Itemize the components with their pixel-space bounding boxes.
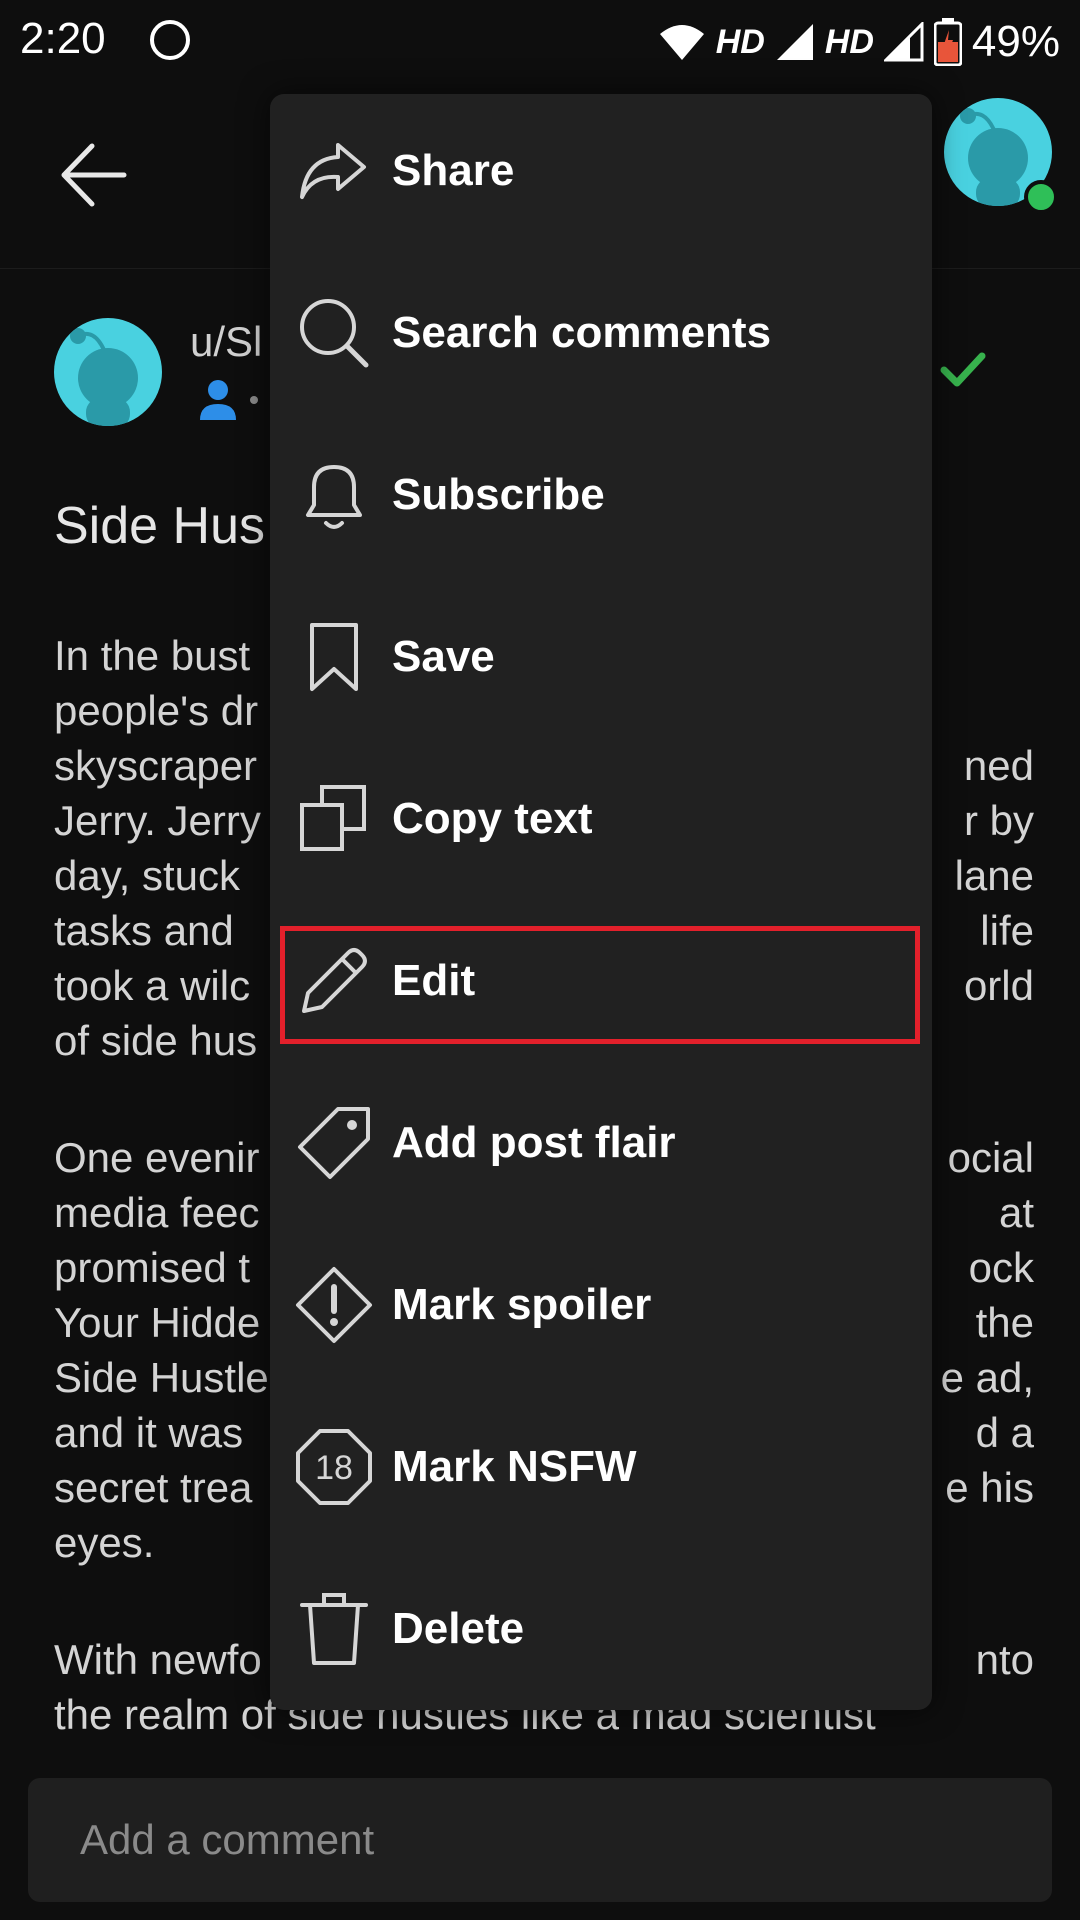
add-comment-input[interactable] [28,1778,1052,1902]
post-text-right: the [975,1299,1034,1346]
post-text-right: ned [963,742,1034,789]
trash-icon [300,1593,368,1665]
post-username[interactable]: u/Sl [190,318,262,366]
post-text-left: tasks and [54,907,234,954]
comment-bar [0,1760,1080,1920]
menu-label: Mark NSFW [392,1442,637,1491]
search-icon [300,299,369,368]
menu-item-delete[interactable]: Delete [270,1554,932,1704]
status-time: 2:20 [20,14,106,63]
post-title: Side Hus [54,497,265,555]
post-text-left: Jerry. Jerry [54,797,261,844]
post-text-right: r by [963,797,1034,844]
post-text-left: Your Hidde [54,1299,261,1346]
post-overflow-menu: Share Search comments Subscribe Save Cop… [270,94,932,1710]
share-icon [300,143,366,199]
online-status-dot [1024,180,1058,214]
post-text-left: people's dr [54,687,259,734]
svg-text:18: 18 [315,1449,353,1487]
post-text-right: orld [963,962,1034,1009]
post-text-left: day, stuck [54,852,240,899]
post-meta [198,378,260,422]
tag-icon [298,1107,370,1179]
post-text-right: e his [945,1464,1034,1511]
separator-dot-icon [250,396,258,404]
menu-label: Search comments [392,308,772,357]
post-text-right: d a [975,1409,1034,1456]
post-text-left: of side hus [54,1017,258,1064]
battery-percent: 49% [971,17,1060,66]
post-text-left: eyes. [54,1519,155,1566]
menu-item-share[interactable]: Share [270,96,932,246]
post-text-right: e ad, [940,1354,1034,1401]
status-icons: HD HD 49% [658,14,1060,70]
menu-item-save[interactable]: Save [270,582,932,732]
menu-label: Edit [392,956,476,1005]
menu-label: Add post flair [392,1118,676,1167]
snoo-avatar-icon [70,328,138,426]
post-text-left: Side Hustle [54,1354,269,1401]
signal-icon [776,24,813,60]
spoiler-icon [296,1267,372,1343]
back-arrow-icon[interactable] [58,140,128,210]
post-text-right: at [998,1189,1034,1236]
post-text-right: nto [975,1636,1034,1683]
notification-circle-icon [150,20,190,60]
wifi-icon [659,25,704,60]
menu-label: Share [392,146,515,195]
post-text-right: lane [954,852,1034,899]
menu-item-subscribe[interactable]: Subscribe [270,420,932,570]
menu-label: Save [392,632,495,681]
menu-item-mark-nsfw[interactable]: 18 Mark NSFW [270,1392,932,1542]
user-icon [200,380,236,420]
menu-label: Mark spoiler [392,1280,652,1329]
post-text-left: skyscraper [54,742,258,789]
post-author-avatar[interactable] [54,318,162,426]
post-text-left: One evenir [54,1134,260,1181]
post-text-left: In the bust [54,632,251,679]
menu-label: Copy text [392,794,593,843]
hd-label-1: HD [715,22,765,61]
bell-icon [306,465,362,529]
approved-check-icon [940,352,986,387]
menu-label: Subscribe [392,470,605,519]
menu-item-search-comments[interactable]: Search comments [270,258,932,408]
post-text-right: life [980,907,1034,954]
menu-item-add-post-flair[interactable]: Add post flair [270,1068,932,1218]
battery-icon [933,18,962,66]
post-text-left: secret trea [54,1464,253,1511]
post-text-right: ocial [947,1134,1034,1181]
menu-label: Delete [392,1604,525,1653]
post-text-left: and it was [54,1409,244,1456]
post-text-left: With newfo [54,1636,262,1683]
copy-icon [300,785,366,851]
nsfw-18-icon: 18 [296,1429,372,1505]
menu-item-edit[interactable]: Edit [270,906,932,1056]
post-text-left: promised t [54,1244,251,1291]
menu-item-mark-spoiler[interactable]: Mark spoiler [270,1230,932,1380]
signal-empty-icon [883,22,924,62]
post-text-left: media feec [54,1189,260,1236]
menu-item-copy-text[interactable]: Copy text [270,744,932,894]
bookmark-icon [310,623,358,691]
post-text-left: took a wilc [54,962,251,1009]
post-text-right: ock [968,1244,1034,1291]
hd-label-2: HD [824,22,874,61]
status-bar: 2:20 HD HD 49% [0,0,1080,86]
pencil-icon [302,948,367,1013]
